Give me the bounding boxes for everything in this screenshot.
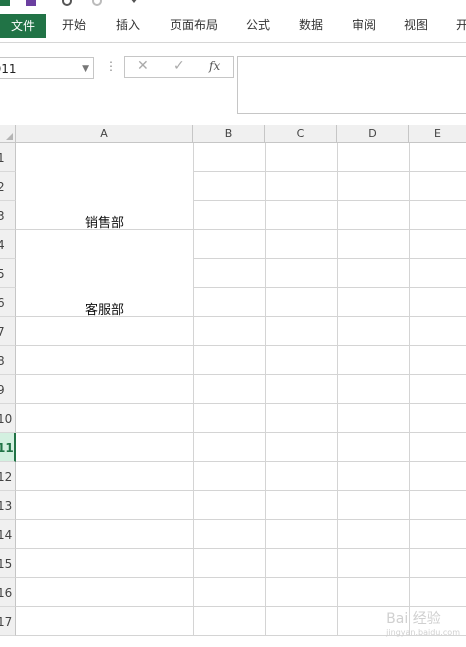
watermark-subtext: jingyan.baidu.com <box>386 628 460 637</box>
row-header-label: 2 <box>0 172 5 200</box>
confirm-icon[interactable]: ✓ <box>173 58 185 74</box>
save-icon[interactable] <box>26 0 36 6</box>
row-header-6[interactable]: 6 <box>0 288 16 317</box>
row-header-label: 4 <box>0 230 5 258</box>
select-all-corner[interactable] <box>0 125 16 143</box>
insert-function-icon[interactable]: fx <box>209 59 220 73</box>
row-gridline <box>16 490 466 491</box>
row-gridline <box>16 345 466 346</box>
row-gridline <box>16 403 466 404</box>
row-header-7[interactable]: 7 <box>0 317 16 346</box>
row-gridline <box>16 519 466 520</box>
more-options-icon[interactable]: ⋮ <box>105 59 117 73</box>
row-header-8[interactable]: 8 <box>0 346 16 375</box>
name-box[interactable]: D11 ▼ <box>0 57 94 79</box>
row-header-label: 10 <box>0 412 13 426</box>
row-header-label: 12 <box>0 470 13 484</box>
row-gridline <box>16 432 466 433</box>
tab-file[interactable]: 文件 <box>0 14 46 38</box>
tab-page-layout[interactable]: 页面布局 <box>170 8 218 42</box>
row-header-label: 17 <box>0 615 13 629</box>
tab-review[interactable]: 审阅 <box>352 8 376 42</box>
row-header-label: 16 <box>0 586 13 600</box>
row-header-14[interactable]: 14 <box>0 520 16 549</box>
row-gridline <box>193 200 466 201</box>
column-gridline <box>409 143 410 636</box>
baidu-watermark: Bai 经验 jingyan.baidu.com <box>386 608 460 637</box>
tab-data[interactable]: 数据 <box>299 8 323 42</box>
row-header-1[interactable]: 1 <box>0 143 16 172</box>
row-gridline <box>16 461 466 462</box>
row-header-label: 5 <box>0 259 5 287</box>
select-all-icon <box>6 133 13 140</box>
row-header-label: 8 <box>0 346 5 374</box>
tab-insert[interactable]: 插入 <box>116 8 140 42</box>
column-gridline <box>265 143 266 636</box>
formula-buttons: ✕ ✓ fx <box>124 56 234 78</box>
row-header-5[interactable]: 5 <box>0 259 16 288</box>
row-gridline <box>193 171 466 172</box>
name-box-value: D11 <box>0 62 17 76</box>
tab-developer[interactable]: 开 <box>456 8 466 42</box>
row-header-label: 15 <box>0 557 13 571</box>
row-header-label: 1 <box>0 143 5 171</box>
column-gridline <box>193 143 194 636</box>
row-header-12[interactable]: 12 <box>0 462 16 491</box>
column-header-d[interactable]: D <box>337 125 409 143</box>
undo-icon[interactable] <box>62 0 72 6</box>
row-header-17[interactable]: 17 <box>0 607 16 636</box>
tab-home[interactable]: 开始 <box>62 8 86 42</box>
formula-bar: D11 ▼ ⋮ ✕ ✓ fx <box>0 43 466 125</box>
row-header-11[interactable]: 11 <box>0 433 16 462</box>
column-gridline <box>337 143 338 636</box>
row-header-label: 6 <box>0 288 5 316</box>
row-gridline <box>16 577 466 578</box>
row-gridline <box>193 258 466 259</box>
row-gridline <box>193 287 466 288</box>
row-gridline <box>16 548 466 549</box>
column-header-b[interactable]: B <box>193 125 265 143</box>
column-header-e[interactable]: E <box>409 125 466 143</box>
row-header-label: 14 <box>0 528 13 542</box>
row-header-label: 13 <box>0 499 13 513</box>
tab-view[interactable]: 视图 <box>404 8 428 42</box>
row-header-label: 7 <box>0 317 5 345</box>
tab-formulas[interactable]: 公式 <box>246 8 270 42</box>
row-header-13[interactable]: 13 <box>0 491 16 520</box>
cancel-icon[interactable]: ✕ <box>137 58 149 74</box>
chevron-down-icon[interactable]: ▼ <box>82 58 89 80</box>
excel-logo-icon <box>0 0 10 6</box>
qat-dropdown-icon[interactable] <box>130 0 138 3</box>
row-header-3[interactable]: 3 <box>0 201 16 230</box>
row-header-10[interactable]: 10 <box>0 404 16 433</box>
row-header-9[interactable]: 9 <box>0 375 16 404</box>
ribbon-tabs: 文件 开始 插入 页面布局 公式 数据 审阅 视图 开 <box>0 8 466 42</box>
row-header-label: 9 <box>0 375 5 403</box>
row-gridline <box>16 606 466 607</box>
row-header-4[interactable]: 4 <box>0 230 16 259</box>
row-header-16[interactable]: 16 <box>0 578 16 607</box>
row-header-label: 11 <box>0 441 14 455</box>
column-header-a[interactable]: A <box>16 125 193 143</box>
quick-access-toolbar <box>0 0 466 8</box>
worksheet-grid: A B C D E 1234567891011121314151617 销售部 … <box>0 125 466 647</box>
row-header-15[interactable]: 15 <box>0 549 16 578</box>
redo-icon[interactable] <box>92 0 102 6</box>
watermark-text: Bai 经验 <box>386 611 441 627</box>
merged-cell-a4-a6[interactable]: 客服部 <box>16 299 193 318</box>
row-gridline <box>16 374 466 375</box>
row-header-2[interactable]: 2 <box>0 172 16 201</box>
column-header-c[interactable]: C <box>265 125 337 143</box>
merged-cell-a1-a3[interactable]: 销售部 <box>16 212 193 231</box>
formula-input[interactable] <box>237 56 466 114</box>
row-header-label: 3 <box>0 201 5 229</box>
